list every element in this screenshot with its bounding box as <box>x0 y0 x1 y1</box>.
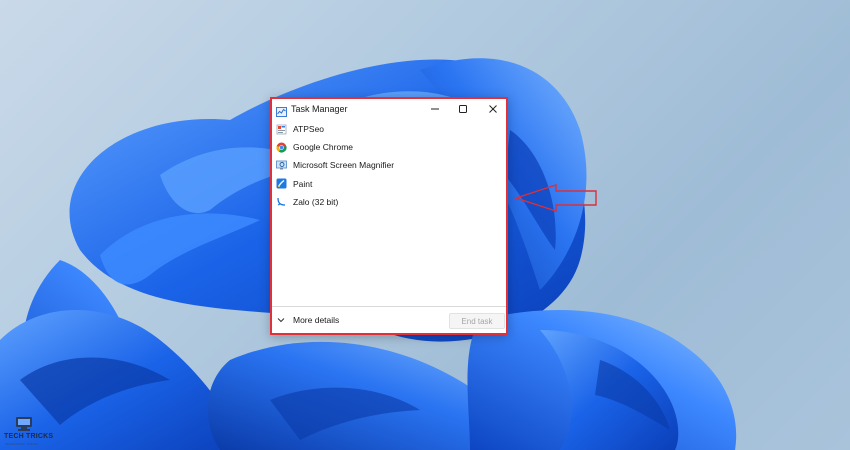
paint-icon <box>276 178 287 189</box>
logo-emblem-icon <box>16 417 32 431</box>
app-label: Zalo (32 bit) <box>293 196 339 207</box>
minimize-icon[interactable] <box>424 101 446 117</box>
more-details-label: More details <box>293 315 340 325</box>
task-manager-window[interactable]: Task Manager ATPSeo Google Chrome Micros… <box>270 97 508 335</box>
magnifier-icon <box>276 160 287 171</box>
close-icon[interactable] <box>482 101 504 117</box>
list-item[interactable]: Google Chrome <box>272 138 506 156</box>
annotation-arrow-icon <box>513 184 597 212</box>
maximize-icon[interactable] <box>452 101 474 117</box>
list-item[interactable]: ATPSeo <box>272 120 506 138</box>
zalo-icon <box>276 196 287 207</box>
tech-tricks-logo: TECH TRICKS TECHNOLOGY TRICKS <box>3 416 53 448</box>
list-item[interactable]: Microsoft Screen Magnifier <box>272 156 506 174</box>
title-bar[interactable]: Task Manager <box>272 99 506 119</box>
app-label: Google Chrome <box>293 142 354 153</box>
list-item[interactable]: Paint <box>272 175 506 193</box>
logo-tagline: TECHNOLOGY TRICKS <box>5 442 38 446</box>
app-label: Paint <box>293 178 313 189</box>
chevron-down-icon <box>277 317 285 323</box>
app-label: Microsoft Screen Magnifier <box>293 160 395 171</box>
atpseo-app-icon <box>276 124 287 135</box>
more-details-toggle[interactable]: More details <box>277 315 339 325</box>
chrome-icon <box>276 142 287 153</box>
list-item[interactable]: Zalo (32 bit) <box>272 193 506 211</box>
app-label: ATPSeo <box>293 124 325 135</box>
logo-brand-text: TECH TRICKS <box>4 433 54 440</box>
running-apps-list: ATPSeo Google Chrome Microsoft Screen Ma… <box>272 120 506 211</box>
end-task-button[interactable]: End task <box>449 313 505 329</box>
window-footer: More details End task <box>272 306 506 333</box>
window-title: Task Manager <box>291 104 348 114</box>
